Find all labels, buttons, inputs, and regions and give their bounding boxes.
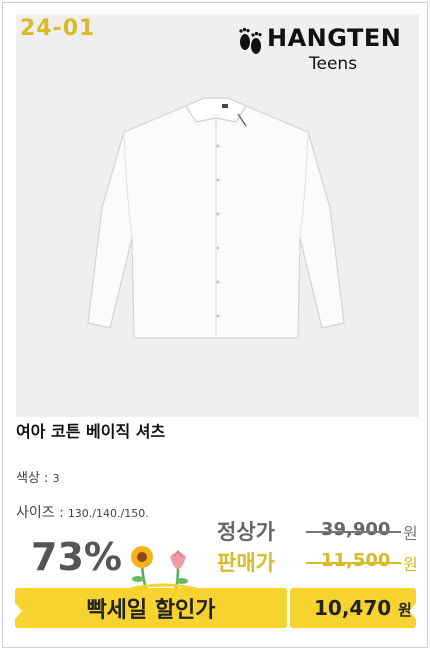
- product-card[interactable]: 24-01 HANGTEN Teens 여아 코튼 베이직 셔츠 색상: 3 …: [2, 2, 428, 648]
- footprints-logo-icon: [239, 27, 262, 54]
- brand-name: HANGTEN: [267, 24, 402, 52]
- promo-price-box[interactable]: 10,470 원: [290, 588, 416, 628]
- color-value: 3: [52, 472, 60, 485]
- size-label: 사이즈 :: [16, 505, 64, 521]
- banner-notch-left: [15, 603, 22, 619]
- regular-price-currency: 원: [403, 524, 418, 543]
- size-row: 사이즈 :130./140./150.: [16, 502, 149, 522]
- sale-price-strike: [306, 562, 401, 564]
- brand-logo: HANGTEN Teens: [237, 24, 407, 78]
- color-label: 색상 :: [16, 471, 49, 486]
- color-row: 색상 :3: [16, 467, 59, 486]
- regular-price-strike: [306, 531, 401, 533]
- promo-price: 10,470: [314, 596, 392, 620]
- product-title[interactable]: 여아 코튼 베이직 셔츠: [16, 418, 165, 442]
- promo-banner[interactable]: 빡세일 할인가: [15, 588, 287, 628]
- product-photo[interactable]: 24-01 HANGTEN Teens: [16, 14, 419, 417]
- banner-notch-right: [409, 603, 416, 619]
- discount-rate: 73%: [31, 535, 122, 579]
- sale-price-currency: 원: [403, 555, 418, 574]
- flower-decoration-icon: [129, 546, 197, 591]
- regular-price: 39,900: [321, 519, 391, 540]
- sale-price-label: 판매가: [217, 551, 275, 575]
- regular-price-label: 정상가: [217, 520, 275, 544]
- size-value: 130./140./150.: [67, 507, 149, 520]
- shirt-image: [87, 97, 345, 339]
- sale-price: 11,500: [321, 550, 391, 571]
- product-code: 24-01: [20, 16, 96, 41]
- brand-subline: Teens: [309, 54, 358, 74]
